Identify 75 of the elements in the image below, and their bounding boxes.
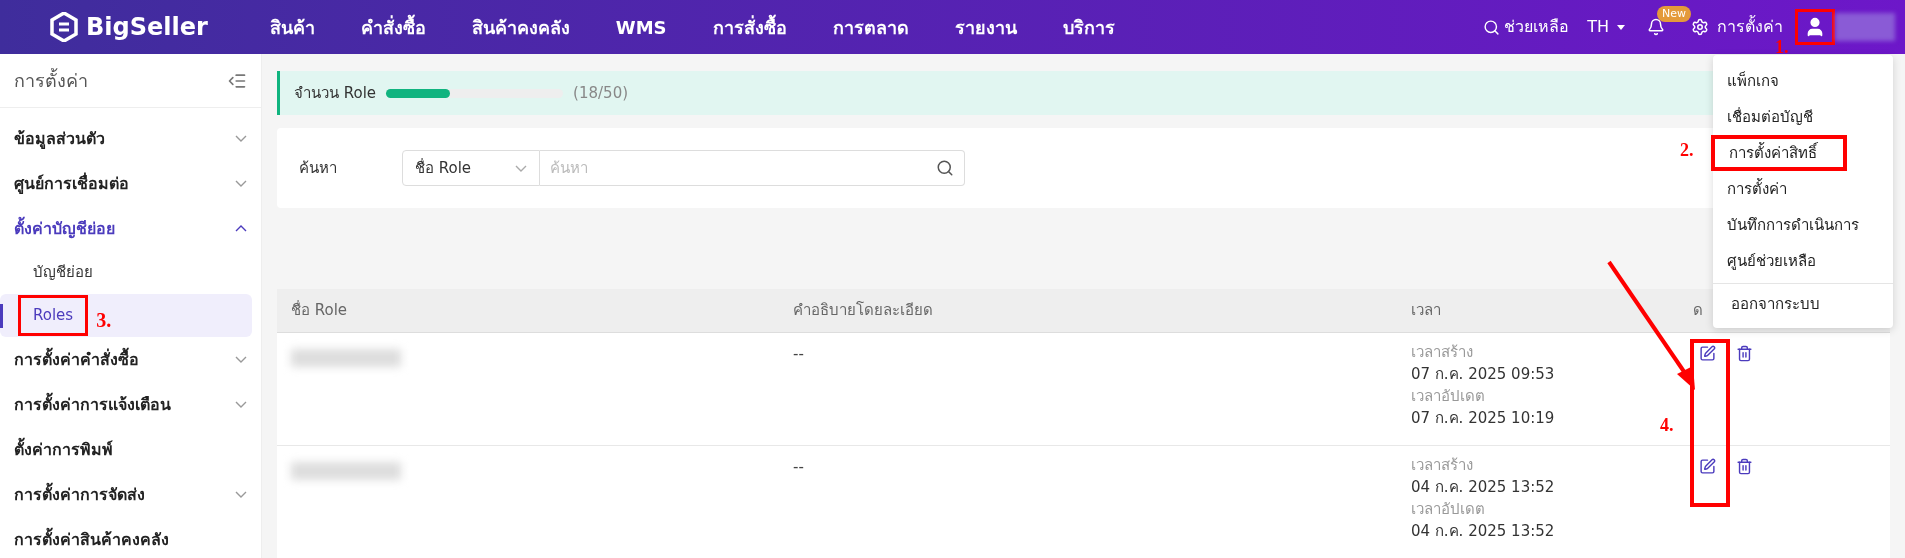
menu-item[interactable]: แพ็กเกจ <box>1713 63 1893 99</box>
step-number: 2. <box>1680 140 1694 160</box>
nav-link[interactable]: บริการ <box>1062 13 1115 41</box>
user-button[interactable] <box>1795 9 1835 45</box>
nav-link[interactable]: การตลาด <box>832 13 909 41</box>
new-badge: New <box>1657 6 1691 22</box>
table-cell: -- <box>793 458 804 476</box>
sidebar-group[interactable]: ศูนย์การเชื่อมต่อ <box>0 161 261 206</box>
table-cell: -- <box>793 345 804 363</box>
menu-item[interactable]: การตั้งค่าสิทธิ์ <box>1711 135 1847 171</box>
step-number: 1. <box>1775 37 1789 57</box>
created-time: 07 ก.ค. 2025 09:53 <box>1411 364 1555 385</box>
nav-link[interactable]: สินค้า <box>269 13 315 41</box>
search-field-select[interactable]: ชื่อ Role <box>402 150 540 186</box>
settings-button[interactable]: การตั้งค่า <box>1691 15 1783 39</box>
column-header: เวลา <box>1410 300 1442 322</box>
column-header: ชื่อ Role <box>290 299 349 322</box>
menu-item[interactable]: เชื่อมต่อบัญชี <box>1713 99 1893 135</box>
nav-link[interactable]: รายงาน <box>954 13 1017 41</box>
sidebar-group[interactable]: การตั้งค่าการจัดส่ง <box>0 472 261 517</box>
step-number: 4. <box>1660 415 1674 435</box>
column-header: คำอธิบายโดยละเอียด <box>792 300 934 322</box>
logout-item[interactable]: ออกจากระบบ <box>1713 284 1893 324</box>
search-label: ค้นหา <box>299 157 338 179</box>
updated-time: 07 ก.ค. 2025 10:19 <box>1411 408 1555 429</box>
updated-label: เวลาอัปเดต <box>1411 499 1485 520</box>
nav-link[interactable]: การสั่งซื้อ <box>712 13 787 41</box>
sidebar-group[interactable]: ตั้งค่าบัญชีย่อย <box>0 206 261 251</box>
sidebar-item[interactable]: บัญชีย่อย <box>18 252 108 293</box>
search-icon <box>1483 18 1501 36</box>
search-field[interactable]: ค้นหา <box>540 150 965 186</box>
role-quota-reading: (18/50) <box>573 82 629 104</box>
chevron-down-icon <box>515 164 527 172</box>
menu-item[interactable]: บันทึกการดำเนินการ <box>1713 207 1893 243</box>
updated-label: เวลาอัปเดต <box>1411 386 1485 407</box>
chevron-up-icon <box>235 225 247 232</box>
delete-icon[interactable] <box>1736 458 1753 475</box>
delete-icon[interactable] <box>1736 345 1753 362</box>
logo-text: BigSeller <box>86 12 208 43</box>
sidebar-item[interactable]: ตั้งค่าการพิมพ์ <box>0 427 261 472</box>
sidebar-group[interactable]: การตั้งค่าคำสั่งซื้อ <box>0 337 261 382</box>
chevron-down-icon <box>235 180 247 187</box>
chevron-down-icon <box>235 401 247 408</box>
menu-item[interactable]: การตั้งค่า <box>1713 171 1893 207</box>
logo-icon <box>50 12 78 42</box>
search-input[interactable]: ค้นหา <box>550 156 936 180</box>
edit-icon[interactable] <box>1699 345 1716 362</box>
sidebar-group[interactable]: การตั้งค่าการแจ้งเตือน <box>0 382 261 427</box>
sidebar-group[interactable]: ข้อมูลส่วนตัว <box>0 116 261 161</box>
chevron-down-icon <box>235 135 247 142</box>
search-icon[interactable] <box>936 159 954 177</box>
step-number: 3. <box>96 307 112 333</box>
help-button[interactable]: ช่วยเหลือ <box>1483 15 1570 39</box>
chevron-down-icon <box>235 356 247 363</box>
column-header: ด <box>1692 300 1703 322</box>
menu-item[interactable]: ศูนย์ช่วยเหลือ <box>1713 243 1893 279</box>
nav-link[interactable]: คำสั่งซื้อ <box>360 13 426 41</box>
sidebar-item[interactable]: การตั้งค่าสินค้าคงคลัง <box>0 517 261 558</box>
nav-link[interactable]: สินค้าคงคลัง <box>471 13 570 41</box>
updated-time: 04 ก.ค. 2025 13:52 <box>1411 521 1555 542</box>
nav-link[interactable]: WMS <box>615 13 667 41</box>
bell-icon[interactable] <box>1647 18 1665 36</box>
role-quota-label: จำนวน Role <box>294 82 377 104</box>
sidebar-title: การตั้งค่า <box>14 67 88 93</box>
settings-icon <box>1691 18 1709 36</box>
created-time: 04 ก.ค. 2025 13:52 <box>1411 477 1555 498</box>
blurred-username <box>1835 13 1895 41</box>
language-dropdown[interactable]: TH <box>1587 15 1625 39</box>
active-indicator <box>0 304 3 328</box>
chevron-down-icon <box>235 491 247 498</box>
created-label: เวลาสร้าง <box>1411 455 1473 476</box>
sidebar-item[interactable]: Roles <box>18 295 89 336</box>
edit-icon[interactable] <box>1699 458 1716 475</box>
created-label: เวลาสร้าง <box>1411 342 1473 363</box>
caret-icon <box>1617 24 1625 30</box>
